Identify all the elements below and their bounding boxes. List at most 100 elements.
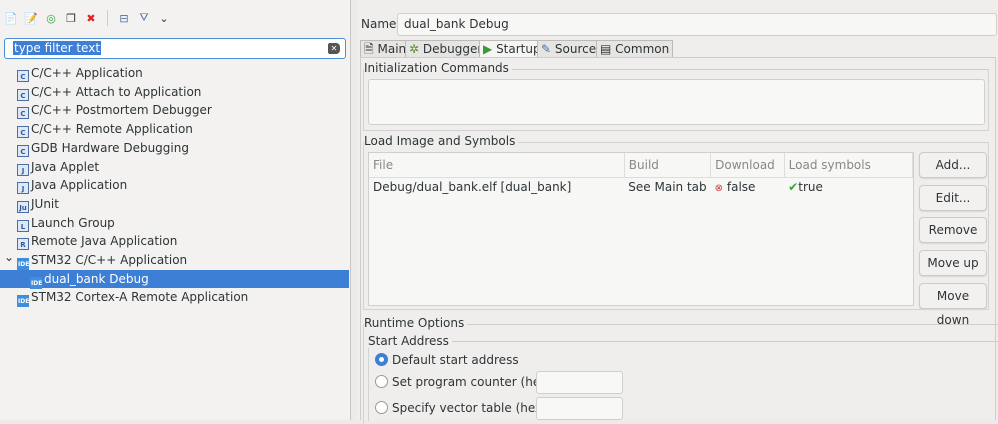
checkmark-icon: ✔ <box>788 180 799 195</box>
tree-item-label: C/C++ Postmortem Debugger <box>31 103 212 118</box>
cell-load-symbols[interactable]: ✔true <box>784 177 912 197</box>
tree-item[interactable]: Ju JUnit <box>0 195 349 213</box>
tab-label: Main <box>377 42 407 56</box>
tree-item[interactable]: C C/C++ Remote Application <box>0 120 349 139</box>
clear-filter-icon[interactable]: ✕ <box>328 43 340 54</box>
table-header: File Build Download Load symbols <box>369 153 914 178</box>
tree-item-label: C/C++ Application <box>31 66 143 80</box>
radio-vector-table[interactable]: Specify vector table (hex): <box>375 401 551 415</box>
name-label: Name: <box>361 17 401 31</box>
tab-common[interactable]: ▤ Common <box>596 40 674 58</box>
radio-label: Set program counter (hex): <box>392 375 556 389</box>
radio-icon[interactable] <box>375 353 388 366</box>
tree-item-label: Remote Java Application <box>31 234 178 249</box>
error-icon: ⊗ <box>714 183 724 195</box>
filter-input-value[interactable]: type filter text <box>13 41 102 55</box>
radio-icon[interactable] <box>375 401 388 414</box>
toolbar-separator <box>107 10 108 26</box>
play-icon: ▶ <box>483 42 493 56</box>
tab-source[interactable]: ✎ Source <box>537 40 601 58</box>
tab-debugger[interactable]: ✲ Debugger <box>405 40 487 58</box>
tab-startup[interactable]: ▶ Startup <box>479 40 545 58</box>
tab-main[interactable]: 🗎 Main <box>360 40 411 58</box>
tab-label: Startup <box>496 42 541 56</box>
export-icon[interactable]: ◎ <box>44 11 58 25</box>
name-input[interactable]: dual_bank Debug <box>397 13 997 36</box>
tree-item-label: JUnit <box>31 196 59 211</box>
file-icon: 🗎 <box>364 42 374 56</box>
toolbar: 📄 📝 ◎ ❐ ✖ ⊟ ⛛ ⌄ <box>4 10 171 26</box>
launch-type-icon: L <box>17 219 29 232</box>
radio-label: Specify vector table (hex): <box>392 401 551 415</box>
launch-type-icon: C <box>17 70 29 82</box>
expand-chevron-icon[interactable]: ⌄ <box>4 248 14 266</box>
tree-item-label: C/C++ Remote Application <box>31 122 193 137</box>
download-value: false <box>726 180 756 195</box>
symbols-value: true <box>798 180 823 195</box>
stm32-ide-icon: IDE <box>17 258 29 270</box>
name-input-value[interactable]: dual_bank Debug <box>404 17 509 31</box>
radio-program-counter[interactable]: Set program counter (hex): <box>375 375 556 389</box>
tree-item[interactable]: C GDB Hardware Debugging <box>0 139 349 157</box>
tree-item-label: STM32 C/C++ Application <box>31 253 188 267</box>
launch-type-icon: C <box>17 107 29 120</box>
launch-type-icon: C <box>17 126 29 139</box>
remove-button[interactable]: Remove <box>919 217 987 243</box>
tree-item[interactable]: IDE STM32 Cortex-A Remote Application <box>0 288 349 308</box>
move-down-button[interactable]: Move down <box>919 283 987 327</box>
init-commands-textarea[interactable] <box>368 79 985 125</box>
radio-default-start[interactable]: Default start address <box>375 353 519 367</box>
new-configuration-icon[interactable]: 📄 <box>4 11 18 25</box>
tree-item[interactable]: R Remote Java Application <box>0 232 349 251</box>
program-counter-input[interactable] <box>536 371 623 394</box>
launch-type-icon: Ju <box>17 200 29 213</box>
bug-icon: ✲ <box>409 42 420 56</box>
tab-label: Common <box>615 42 670 56</box>
column-load-symbols[interactable]: Load symbols <box>784 153 914 178</box>
collapse-all-icon[interactable]: ⊟ <box>117 11 131 25</box>
group-title: Runtime Options <box>364 316 468 330</box>
column-file[interactable]: File <box>369 153 625 178</box>
tree-item-label: Java Applet <box>31 159 100 174</box>
tree-item[interactable]: C C/C++ Postmortem Debugger <box>0 101 349 120</box>
tab-label: Source <box>554 42 597 56</box>
load-image-table: File Build Download Load symbols Debug/d… <box>368 152 914 306</box>
tree-item[interactable]: C C/C++ Attach to Application <box>0 83 349 101</box>
edit-button[interactable]: Edit... <box>919 185 987 211</box>
tab-label: Debugger <box>422 42 483 56</box>
group-title: Load Image and Symbols <box>364 134 519 148</box>
filter-icon[interactable]: ⛛ <box>137 11 151 25</box>
window-icon: ▤ <box>600 42 612 56</box>
launch-type-icon: J <box>17 163 29 176</box>
table-row[interactable]: Debug/dual_bank.elf [dual_bank] See Main… <box>369 177 913 197</box>
tree-item-label: dual_bank Debug <box>44 271 149 286</box>
dropdown-chevron-icon[interactable]: ⌄ <box>157 11 171 25</box>
duplicate-icon[interactable]: ❐ <box>64 11 78 25</box>
new-prototype-icon[interactable]: 📝 <box>24 11 38 25</box>
add-button[interactable]: Add... <box>919 152 987 178</box>
column-download[interactable]: Download <box>710 153 785 178</box>
column-build[interactable]: Build <box>624 153 712 178</box>
launch-type-icon: C <box>17 144 29 157</box>
tree-item[interactable]: ⌄ IDE STM32 C/C++ Application <box>0 248 349 270</box>
launch-type-icon: C <box>17 88 29 101</box>
tree-item-label: GDB Hardware Debugging <box>31 140 189 155</box>
launch-type-icon: R <box>17 238 29 251</box>
tree-item[interactable]: J Java Application <box>0 176 349 195</box>
configuration-tree-panel: 📄 📝 ◎ ❐ ✖ ⊟ ⛛ ⌄ type filter text ✕ C C/C+… <box>0 0 351 420</box>
tree-item-label: C/C++ Attach to Application <box>31 84 202 99</box>
tree-item[interactable]: L Launch Group <box>0 214 349 232</box>
tree-item[interactable]: C C/C++ Application <box>0 64 349 82</box>
delete-icon[interactable]: ✖ <box>84 11 98 25</box>
cell-download[interactable]: ⊗ false <box>711 177 785 197</box>
radio-icon[interactable] <box>375 375 388 388</box>
filter-input[interactable]: type filter text ✕ <box>4 38 346 59</box>
radio-label: Default start address <box>392 353 519 367</box>
tree-item[interactable]: J Java Applet <box>0 158 349 176</box>
group-title: Start Address <box>368 334 452 348</box>
cell-file: Debug/dual_bank.elf [dual_bank] <box>373 180 572 195</box>
vector-table-input[interactable] <box>536 397 623 420</box>
stm32-ide-icon: IDE <box>17 295 29 308</box>
move-up-button[interactable]: Move up <box>919 250 987 276</box>
tree-item-selected[interactable]: IDE dual_bank Debug <box>0 269 349 289</box>
